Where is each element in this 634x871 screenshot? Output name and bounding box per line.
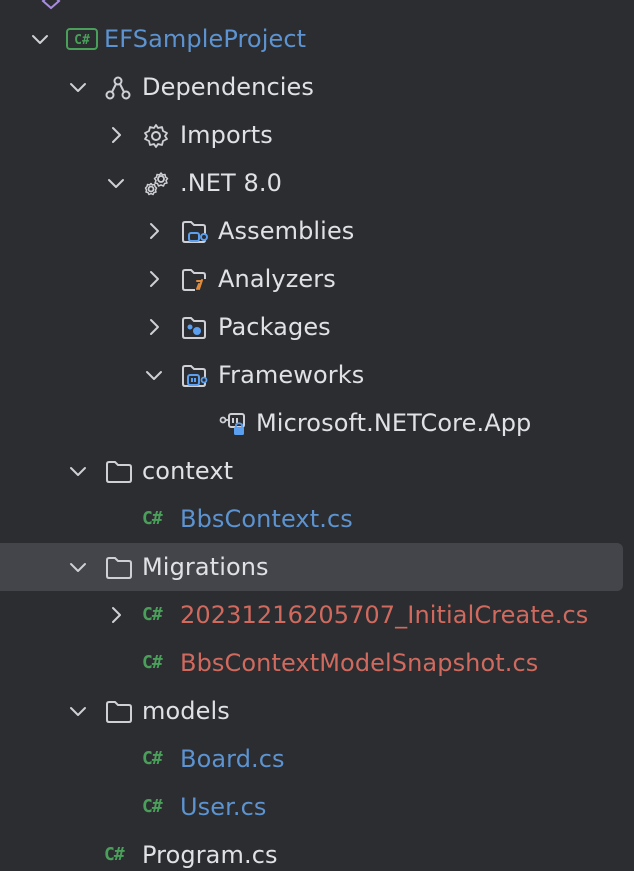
tree-row-frameworks[interactable]: Frameworks xyxy=(0,351,634,399)
gear-icon xyxy=(143,123,169,149)
folder-packages-icon xyxy=(181,315,207,341)
folder-analyzers-icon xyxy=(181,267,207,293)
net-label: .NET 8.0 xyxy=(180,169,283,197)
tree-row-packages[interactable]: Packages xyxy=(0,303,634,351)
solution-icon xyxy=(40,0,66,16)
tree-row-netcore-app[interactable]: Microsoft.NETCore.App xyxy=(0,399,634,447)
csharp-file-icon: C# xyxy=(142,748,163,769)
csharp-file-icon: C# xyxy=(142,604,163,625)
chevron-down-icon[interactable] xyxy=(142,363,166,387)
csharp-file-icon: C# xyxy=(142,796,163,817)
tree-row-imports[interactable]: Imports xyxy=(0,111,634,159)
dependencies-label: Dependencies xyxy=(142,73,315,101)
dependencies-icon xyxy=(105,75,131,101)
framework-reference-icon xyxy=(219,411,245,437)
folder-icon xyxy=(105,699,132,725)
tree-row-net[interactable]: .NET 8.0 xyxy=(0,159,634,207)
models-folder-label: models xyxy=(142,697,230,725)
tree-row-bbscontext[interactable]: C# BbsContext.cs xyxy=(0,495,634,543)
tree-row-program[interactable]: C# Program.cs xyxy=(0,831,634,871)
migrations-folder-label: Migrations xyxy=(142,553,269,581)
folder-icon xyxy=(105,459,132,485)
folder-assemblies-icon xyxy=(181,219,208,245)
chevron-right-icon[interactable] xyxy=(142,315,166,339)
chevron-down-icon[interactable] xyxy=(66,459,90,483)
frameworks-label: Frameworks xyxy=(218,361,365,389)
tree-row-user[interactable]: C# User.cs xyxy=(0,783,634,831)
tree-row-initial-create[interactable]: C# 20231216205707_InitialCreate.cs xyxy=(0,591,634,639)
initial-create-label: 20231216205707_InitialCreate.cs xyxy=(180,601,589,629)
tree-row-board[interactable]: C# Board.cs xyxy=(0,735,634,783)
board-label: Board.cs xyxy=(180,745,285,773)
chevron-right-icon[interactable] xyxy=(142,267,166,291)
project-label: EFSampleProject xyxy=(104,25,307,53)
folder-frameworks-icon xyxy=(181,363,208,389)
chevron-down-icon[interactable] xyxy=(104,171,128,195)
context-folder-label: context xyxy=(142,457,234,485)
solution-explorer-tree: C# EFSampleProject Dependencies Imports … xyxy=(0,0,634,871)
snapshot-label: BbsContextModelSnapshot.cs xyxy=(180,649,539,677)
chevron-down-icon[interactable] xyxy=(28,27,52,51)
analyzers-label: Analyzers xyxy=(218,265,336,293)
tree-row-context-folder[interactable]: context xyxy=(0,447,634,495)
bbscontext-label: BbsContext.cs xyxy=(180,505,353,533)
gears-icon xyxy=(143,171,169,197)
user-label: User.cs xyxy=(180,793,267,821)
tree-row-project[interactable]: C# EFSampleProject xyxy=(0,15,634,63)
folder-icon xyxy=(105,555,132,581)
chevron-right-icon[interactable] xyxy=(104,603,128,627)
netcore-app-label: Microsoft.NETCore.App xyxy=(256,409,532,437)
tree-row-analyzers[interactable]: Analyzers xyxy=(0,255,634,303)
csharp-file-icon: C# xyxy=(142,652,163,673)
assemblies-label: Assemblies xyxy=(218,217,355,245)
tree-row-dependencies[interactable]: Dependencies xyxy=(0,63,634,111)
chevron-down-icon[interactable] xyxy=(66,555,90,579)
program-label: Program.cs xyxy=(142,841,278,869)
tree-row-assemblies[interactable]: Assemblies xyxy=(0,207,634,255)
packages-label: Packages xyxy=(218,313,331,341)
csharp-file-icon: C# xyxy=(142,508,163,529)
tree-row-models-folder[interactable]: models xyxy=(0,687,634,735)
tree-row-snapshot[interactable]: C# BbsContextModelSnapshot.cs xyxy=(0,639,634,687)
tree-row-migrations-folder[interactable]: Migrations xyxy=(0,543,634,591)
imports-label: Imports xyxy=(180,121,273,149)
chevron-down-icon[interactable] xyxy=(66,699,90,723)
chevron-right-icon[interactable] xyxy=(104,123,128,147)
chevron-down-icon[interactable] xyxy=(66,75,90,99)
svg-text:C#: C# xyxy=(74,33,90,48)
chevron-right-icon[interactable] xyxy=(142,219,166,243)
csharp-project-icon: C# xyxy=(66,27,98,51)
csharp-file-icon: C# xyxy=(104,844,125,865)
